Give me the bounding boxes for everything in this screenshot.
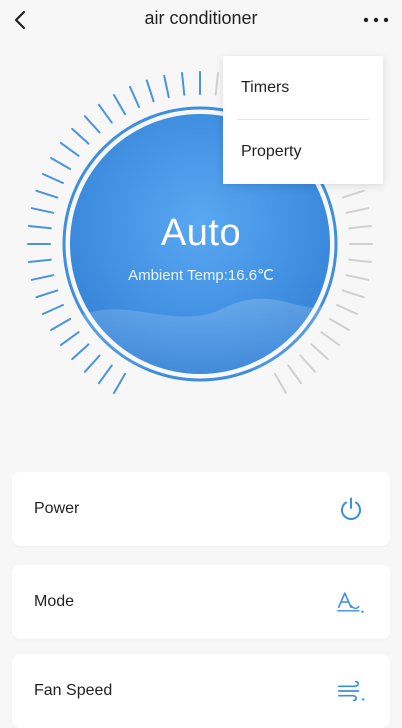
dial-tick	[83, 354, 101, 373]
dial-tick	[59, 331, 80, 347]
dial-tick	[181, 71, 186, 96]
power-icon[interactable]	[336, 494, 366, 524]
ambient-temp-display: Ambient Temp:16.6℃	[128, 267, 274, 284]
dial-tick	[71, 343, 90, 361]
menu-item-label: Property	[241, 143, 302, 160]
fan-speed-label: Fan Speed	[34, 682, 113, 699]
page-title: air conditioner	[144, 8, 258, 28]
dial-tick	[59, 141, 80, 157]
dial-tick	[83, 115, 101, 134]
dial-tick	[41, 304, 64, 315]
dial-tick	[336, 304, 359, 315]
fan-speed-card[interactable]: Fan Speed	[12, 654, 390, 728]
top-bar: air conditioner	[0, 0, 402, 44]
dial-tick	[113, 94, 126, 116]
menu-divider	[237, 119, 369, 120]
dial-tick	[113, 372, 126, 394]
dial-tick	[97, 103, 113, 124]
dial-tick	[129, 85, 140, 108]
dial-tick	[348, 258, 373, 263]
dial-tick	[27, 258, 52, 263]
dial-tick	[320, 331, 341, 347]
dial-tick	[299, 354, 317, 373]
dial-tick	[274, 372, 287, 394]
more-horizontal-icon	[363, 17, 389, 23]
dial-tick	[41, 173, 64, 184]
menu-item-timers[interactable]: Timers	[223, 56, 383, 120]
dial-tick	[328, 318, 350, 331]
dial-tick	[50, 318, 72, 331]
dial-tick	[145, 79, 155, 103]
menu-item-label: Timers	[241, 79, 290, 96]
mode-label: Mode	[34, 593, 75, 610]
dial-tick	[310, 343, 329, 361]
dial-tick	[214, 71, 219, 96]
dial-tick	[35, 289, 59, 299]
dial-tick	[71, 127, 90, 145]
menu-item-property[interactable]: Property	[223, 120, 383, 184]
dial-tick	[35, 189, 59, 199]
more-menu: Timers Property	[223, 56, 383, 184]
dial-tick	[50, 157, 72, 170]
dial-tick	[97, 364, 113, 385]
mode-display: Auto	[160, 212, 242, 254]
mode-a-icon[interactable]	[336, 587, 366, 617]
dial-tick	[341, 189, 365, 199]
dial-tick	[163, 74, 170, 99]
dial-tick	[341, 289, 365, 299]
power-card[interactable]: Power	[12, 472, 390, 546]
dial-tick	[287, 364, 303, 385]
mode-card[interactable]: Mode	[12, 565, 390, 639]
more-button[interactable]	[356, 2, 396, 38]
power-label: Power	[34, 500, 80, 517]
